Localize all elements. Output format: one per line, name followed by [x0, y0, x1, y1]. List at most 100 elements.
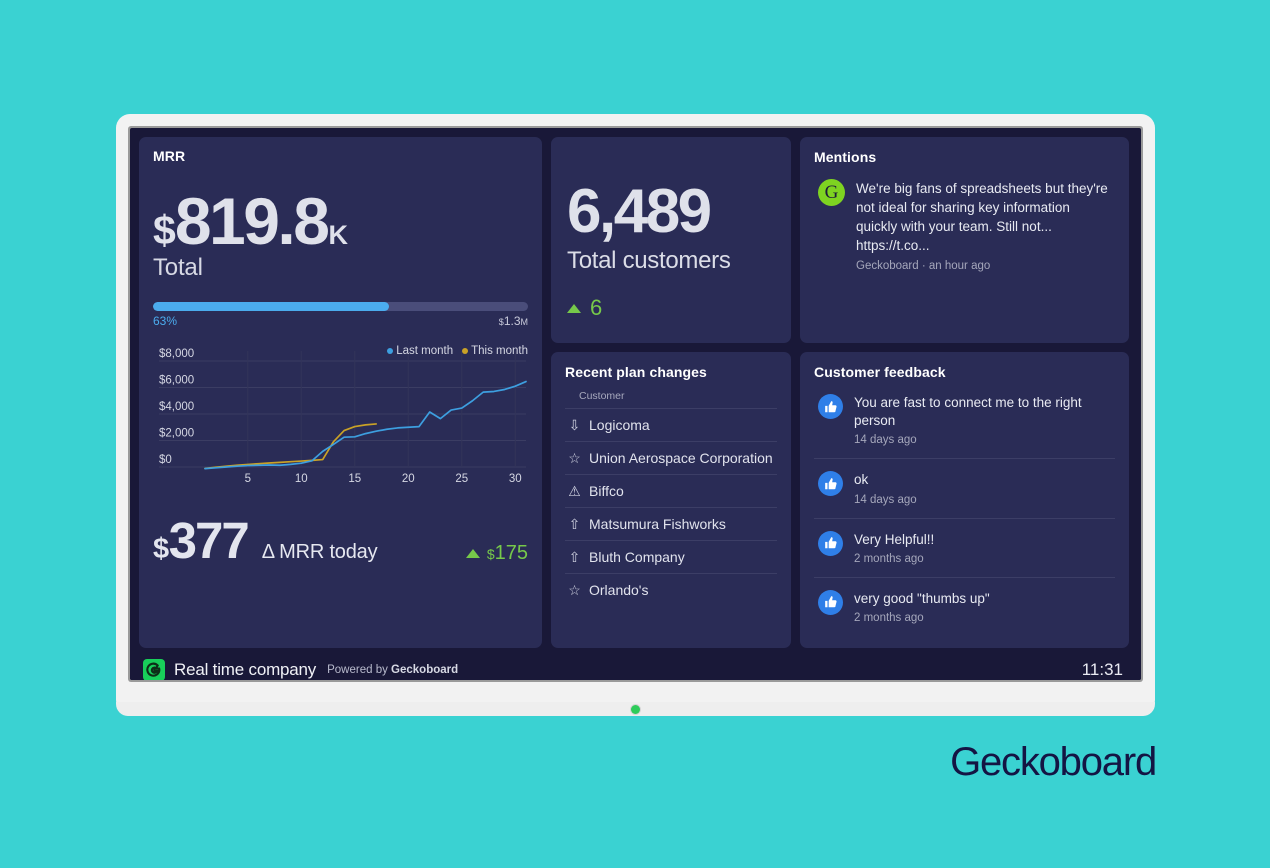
plan-change-row[interactable]: ⚠ Biffco	[565, 474, 777, 507]
feedback-body: very good "thumbs up" 2 months ago	[854, 590, 990, 624]
thumbs-up-icon	[818, 530, 843, 556]
delta-change-currency: $	[486, 545, 495, 562]
thumbs-up-icon	[818, 394, 843, 419]
feedback-row[interactable]: ok 14 days ago	[814, 459, 1115, 519]
mention-meta: Geckoboard · an hour ago	[856, 259, 991, 272]
legend-dot-icon	[387, 347, 394, 354]
svg-text:$6,000: $6,000	[159, 374, 194, 386]
feedback-text: You are fast to connect me to the right …	[854, 395, 1082, 429]
dashboard-grid: MRR $ 819.8 K Total 63% $1.3M Last month…	[130, 128, 1141, 649]
svg-text:$4,000: $4,000	[159, 401, 194, 413]
plan-change-row[interactable]: ☆ Union Aerospace Corporation	[565, 441, 777, 474]
feedback-time: 2 months ago	[854, 612, 924, 625]
delta-change: $175	[465, 541, 528, 565]
column-left: MRR $ 819.8 K Total 63% $1.3M Last month…	[139, 137, 542, 649]
feedback-text: Very Helpful!!	[854, 531, 935, 547]
powered-brand: Geckoboard	[391, 664, 459, 677]
column-right: Mentions G We're big fans of spreadsheet…	[800, 137, 1129, 649]
gecko-logo-icon	[143, 659, 165, 680]
footer-brand: Real time company Powered by Geckoboard	[143, 659, 458, 680]
star-icon: ☆	[568, 582, 581, 598]
feedback-time: 14 days ago	[854, 434, 917, 447]
recent-plan-changes-widget[interactable]: Recent plan changes Customer ⇩ Logicoma ☆ U…	[551, 352, 791, 649]
legend-item-0: Last month	[387, 345, 453, 357]
svg-text:10: 10	[295, 473, 308, 485]
mrr-delta-row: $ 377 Δ MRR today $175	[153, 511, 528, 570]
svg-text:$2,000: $2,000	[159, 427, 194, 439]
svg-text:20: 20	[402, 473, 415, 485]
customers-change-value: 6	[590, 295, 603, 320]
star-icon: ☆	[568, 450, 581, 466]
delta-currency: $	[153, 532, 169, 565]
plan-changes-list: ⇩ Logicoma ☆ Union Aerospace Corporation ⚠ Bi…	[565, 408, 777, 606]
feedback-time: 2 months ago	[854, 552, 924, 565]
feedback-body: ok 14 days ago	[854, 471, 917, 505]
progress-percent: 63%	[153, 313, 178, 328]
warning-icon: ⚠	[568, 483, 581, 499]
mention-body: We're big fans of spreadsheets but they'…	[856, 179, 1111, 272]
legend-label-0: Last month	[396, 344, 454, 357]
geckoboard-wordmark: Geckoboard	[950, 740, 1157, 784]
plan-change-row[interactable]: ⇧ Bluth Company	[565, 540, 777, 573]
svg-text:$8,000: $8,000	[159, 348, 194, 360]
line-chart-svg: $8,000 $6,000 $4,000 $2,000 $0 5 10 15 20 25 30	[159, 348, 528, 485]
mrr-value-row: $ 819.8 K	[153, 184, 528, 258]
plan-change-customer: Bluth Company	[589, 549, 685, 565]
plan-change-row[interactable]: ⇧ Matsumura Fishworks	[565, 507, 777, 540]
customer-feedback-widget[interactable]: Customer feedback You are fast to connec…	[800, 352, 1129, 649]
mentions-widget[interactable]: Mentions G We're big fans of spreadsheet…	[800, 137, 1129, 343]
progress-target: $1.3M	[499, 314, 528, 328]
chart-legend: Last month This month	[387, 345, 528, 357]
screen-bezel: MRR $ 819.8 K Total 63% $1.3M Last month…	[128, 126, 1143, 682]
svg-text:5: 5	[245, 473, 251, 485]
plan-change-customer: Logicoma	[589, 417, 650, 433]
plan-change-customer: Union Aerospace Corporation	[589, 450, 773, 466]
dashboard-screen: MRR $ 819.8 K Total 63% $1.3M Last month…	[130, 128, 1141, 680]
triangle-up-icon	[567, 303, 581, 313]
mrr-chart[interactable]: Last month This month $8,000 $6,000 $4,000…	[153, 345, 528, 495]
mrr-widget[interactable]: MRR $ 819.8 K Total 63% $1.3M Last month…	[139, 137, 542, 649]
progress-fill	[153, 301, 390, 311]
dashboard-footer: Real time company Powered by Geckoboard …	[130, 648, 1141, 680]
delta-value: 377	[168, 511, 250, 569]
target-unit: M	[520, 316, 529, 327]
plan-change-row[interactable]: ☆ Orlando's	[565, 573, 777, 606]
plan-change-row[interactable]: ⇩ Logicoma	[565, 408, 777, 441]
feedback-list: You are fast to connect me to the right …	[814, 380, 1115, 636]
feedback-text: ok	[854, 472, 869, 488]
legend-dot-icon	[462, 347, 469, 354]
delta-label: Δ MRR today	[261, 540, 378, 563]
svg-text:25: 25	[455, 473, 468, 485]
power-led-icon	[631, 704, 640, 714]
mentions-title: Mentions	[814, 149, 877, 165]
footer-company-name: Real time company	[174, 660, 317, 680]
mrr-currency: $	[153, 207, 176, 253]
svg-text:30: 30	[509, 473, 522, 485]
feedback-row[interactable]: You are fast to connect me to the right …	[814, 380, 1115, 460]
mrr-suffix: K	[328, 220, 348, 250]
feedback-row[interactable]: very good "thumbs up" 2 months ago	[814, 578, 1115, 636]
delta-change-value: 175	[494, 541, 528, 564]
mrr-value: 819.8	[174, 184, 330, 258]
customers-label: Total customers	[567, 247, 731, 274]
total-customers-widget[interactable]: 6,489 Total customers 6	[551, 137, 791, 343]
svg-text:15: 15	[348, 473, 361, 485]
plan-change-customer: Biffco	[589, 483, 624, 499]
thumbs-up-icon	[818, 589, 843, 615]
customers-change: 6	[567, 295, 775, 321]
footer-powered-by: Powered by Geckoboard	[327, 664, 458, 676]
feedback-row[interactable]: Very Helpful!! 2 months ago	[814, 519, 1115, 578]
avatar-letter: G	[824, 181, 839, 203]
monitor-frame: MRR $ 819.8 K Total 63% $1.3M Last month…	[116, 114, 1155, 714]
feedback-time: 14 days ago	[854, 493, 917, 506]
legend-label-1: This month	[471, 344, 528, 357]
plan-column-header: Customer	[579, 390, 625, 402]
powered-prefix: Powered by	[327, 664, 392, 677]
mention-item[interactable]: G We're big fans of spreadsheets but the…	[814, 179, 1115, 272]
progress-track	[153, 301, 528, 311]
plan-change-customer: Orlando's	[589, 582, 649, 598]
svg-text:$0: $0	[159, 454, 172, 466]
arrow-up-icon: ⇧	[568, 516, 581, 532]
arrow-up-icon: ⇧	[568, 549, 581, 565]
chart-series-line	[205, 424, 376, 469]
